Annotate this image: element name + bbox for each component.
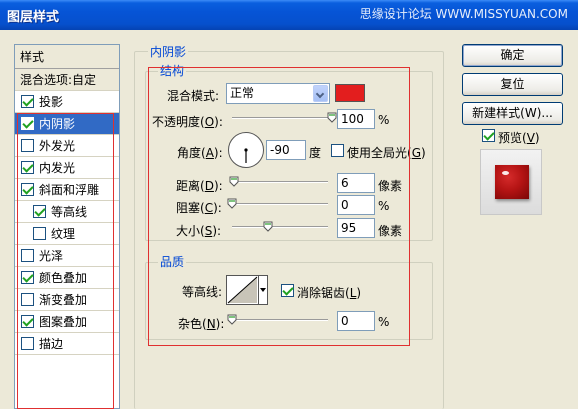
style-item[interactable]: 图案叠加 xyxy=(15,311,119,333)
slider-thumb-icon[interactable] xyxy=(227,198,237,209)
style-item[interactable]: 投影 xyxy=(15,91,119,113)
size-slider[interactable] xyxy=(232,221,328,232)
opacity-unit: % xyxy=(378,113,390,127)
style-item-checkbox[interactable] xyxy=(21,117,34,130)
chevron-down-icon xyxy=(313,85,328,102)
watermark-text: 思缘设计论坛 WWW.MISSYUAN.COM xyxy=(359,7,568,21)
choke-slider[interactable] xyxy=(227,198,328,209)
angle-unit: 度 xyxy=(309,146,322,160)
blend-mode-value: 正常 xyxy=(230,86,255,100)
style-item-checkbox[interactable] xyxy=(21,337,34,350)
preview-checkbox[interactable] xyxy=(482,129,495,142)
inner-shadow-title: 内阴影 xyxy=(148,43,189,60)
noise-slider[interactable] xyxy=(227,314,328,325)
style-item-checkbox[interactable] xyxy=(21,183,34,196)
antialias-label: 消除锯齿(L) xyxy=(297,286,362,300)
size-input[interactable]: 95 xyxy=(337,218,375,238)
distance-slider[interactable] xyxy=(229,176,328,187)
style-item-label: 等高线 xyxy=(51,205,88,219)
style-item-label: 光泽 xyxy=(39,249,64,263)
style-item[interactable]: 描边 xyxy=(15,333,119,355)
preview-label: 预览(V) xyxy=(498,131,540,145)
angle-input[interactable]: -90 xyxy=(266,140,306,160)
style-item[interactable]: 等高线 xyxy=(15,201,119,223)
slider-thumb-icon[interactable] xyxy=(229,176,239,187)
blend-mode-label: 混合模式: xyxy=(167,89,220,103)
style-item-label: 渐变叠加 xyxy=(39,293,88,307)
size-label: 大小(S): xyxy=(176,224,222,238)
choke-unit: % xyxy=(378,199,390,213)
style-item-label: 内发光 xyxy=(39,161,76,175)
style-list-header[interactable]: 样式 xyxy=(15,45,119,69)
contour-label: 等高线: xyxy=(182,285,223,299)
style-list: 样式 混合选项:自定 投影内阴影外发光内发光斜面和浮雕等高线纹理光泽颜色叠加渐变… xyxy=(14,44,120,409)
angle-dial-icon xyxy=(244,148,248,163)
ok-button[interactable]: 确定 xyxy=(462,44,563,67)
style-item-checkbox[interactable] xyxy=(21,161,34,174)
opacity-input[interactable]: 100 xyxy=(337,109,375,129)
quality-title: 品质 xyxy=(158,253,187,270)
style-item[interactable]: 光泽 xyxy=(15,245,119,267)
style-item-checkbox[interactable] xyxy=(33,227,46,240)
structure-title: 结构 xyxy=(158,62,187,79)
style-item[interactable]: 斜面和浮雕 xyxy=(15,179,119,201)
size-unit: 像素 xyxy=(378,224,403,238)
new-style-button[interactable]: 新建样式(W)... xyxy=(462,102,563,125)
opacity-slider[interactable] xyxy=(232,112,337,123)
contour-dropdown-icon[interactable] xyxy=(258,276,267,304)
angle-dial[interactable] xyxy=(228,132,264,168)
noise-unit: % xyxy=(378,315,390,329)
slider-thumb-icon[interactable] xyxy=(327,112,337,123)
style-item[interactable]: 内阴影 xyxy=(15,113,119,135)
blend-mode-select[interactable]: 正常 xyxy=(226,83,330,104)
style-item-label: 外发光 xyxy=(39,139,76,153)
shadow-color-swatch[interactable] xyxy=(335,84,365,102)
style-item-label: 投影 xyxy=(39,95,64,109)
style-preview xyxy=(480,149,542,215)
angle-label: 角度(A): xyxy=(177,146,223,160)
global-light-label: 使用全局光(G) xyxy=(347,146,426,160)
style-item[interactable]: 纹理 xyxy=(15,223,119,245)
style-item-checkbox[interactable] xyxy=(33,205,46,218)
style-item-checkbox[interactable] xyxy=(21,315,34,328)
style-item[interactable]: 渐变叠加 xyxy=(15,289,119,311)
style-item[interactable]: 外发光 xyxy=(15,135,119,157)
distance-label: 距离(D): xyxy=(176,179,223,193)
style-item-checkbox[interactable] xyxy=(21,139,34,152)
slider-thumb-icon[interactable] xyxy=(227,314,237,325)
opacity-label: 不透明度(O): xyxy=(152,115,223,129)
preview-tile xyxy=(495,165,529,199)
style-item-label: 描边 xyxy=(39,337,64,351)
reset-button[interactable]: 复位 xyxy=(462,73,563,96)
antialias-checkbox[interactable] xyxy=(281,284,294,297)
style-item-checkbox[interactable] xyxy=(21,249,34,262)
slider-thumb-icon[interactable] xyxy=(263,221,273,232)
global-light-checkbox[interactable] xyxy=(331,144,344,157)
noise-label: 杂色(N): xyxy=(178,317,225,331)
style-item-label: 内阴影 xyxy=(39,117,76,131)
style-item-label: 斜面和浮雕 xyxy=(39,183,100,197)
contour-picker[interactable] xyxy=(226,275,268,305)
distance-input[interactable]: 6 xyxy=(337,173,375,193)
style-item[interactable]: 内发光 xyxy=(15,157,119,179)
style-item-label: 纹理 xyxy=(51,227,76,241)
choke-label: 阻塞(C): xyxy=(176,201,222,215)
title-bar: 图层样式 思缘设计论坛 WWW.MISSYUAN.COM xyxy=(0,0,578,30)
style-item-checkbox[interactable] xyxy=(21,95,34,108)
distance-unit: 像素 xyxy=(378,179,403,193)
choke-input[interactable]: 0 xyxy=(337,195,375,215)
noise-input[interactable]: 0 xyxy=(337,311,375,331)
style-item-label: 图案叠加 xyxy=(39,315,88,329)
style-item-label: 颜色叠加 xyxy=(39,271,88,285)
blend-options-item[interactable]: 混合选项:自定 xyxy=(15,69,119,91)
style-item-checkbox[interactable] xyxy=(21,293,34,306)
style-item-checkbox[interactable] xyxy=(21,271,34,284)
window-title: 图层样式 xyxy=(7,10,60,25)
contour-curve-icon xyxy=(227,276,258,304)
style-item[interactable]: 颜色叠加 xyxy=(15,267,119,289)
